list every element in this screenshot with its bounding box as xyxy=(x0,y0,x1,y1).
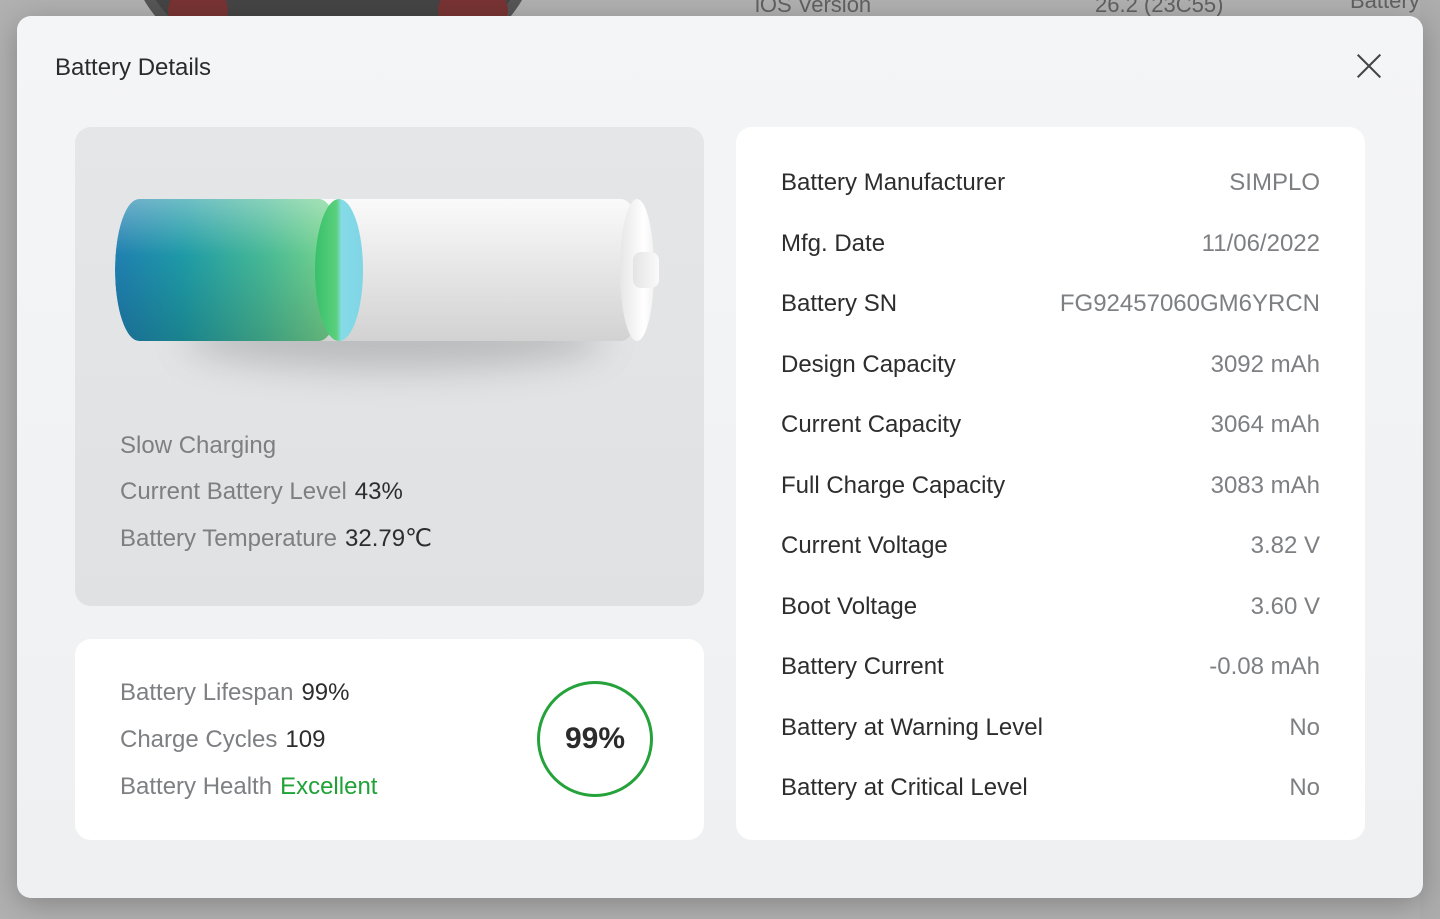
detail-value: No xyxy=(1289,774,1320,801)
battery-status-card: Slow Charging Current Battery Level 43% B… xyxy=(75,127,704,606)
detail-label: Boot Voltage xyxy=(781,592,918,620)
current-battery-level: Current Battery Level 43% xyxy=(120,478,432,524)
detail-value: 3092 mAh xyxy=(1210,350,1320,378)
battery-terminal xyxy=(633,252,659,288)
detail-value: No xyxy=(1289,713,1320,741)
battery-details-card: Battery Manufacturer SIMPLO Mfg. Date 11/0… xyxy=(736,127,1365,840)
close-icon[interactable] xyxy=(1355,52,1383,80)
detail-row: Boot Voltage 3.60 V xyxy=(781,587,1320,627)
detail-value: FG92457060GM6YRCN xyxy=(1059,290,1320,317)
detail-label: Battery at Warning Level xyxy=(781,713,1043,741)
charge-cycles: Charge Cycles 109 xyxy=(120,726,377,773)
detail-value: SIMPLO xyxy=(1229,169,1320,196)
detail-row: Battery at Critical Level No xyxy=(781,768,1320,808)
detail-value: 3083 mAh xyxy=(1210,471,1320,499)
battery-temperature: Battery Temperature 32.79℃ xyxy=(120,524,432,570)
detail-label: Full Charge Capacity xyxy=(781,471,1006,499)
charging-state: Slow Charging xyxy=(120,432,277,459)
detail-row: Full Charge Capacity 3083 mAh xyxy=(781,466,1320,506)
detail-row: Mfg. Date 11/06/2022 xyxy=(781,224,1320,264)
detail-label: Battery Current xyxy=(781,653,944,680)
battery-fill-edge xyxy=(315,199,363,341)
battery-health: Battery Health Excellent xyxy=(120,773,377,820)
lifespan-label: Battery Lifespan xyxy=(120,679,294,706)
cycles-value: 109 xyxy=(285,726,326,753)
battery-status-lines: Slow Charging Current Battery Level 43% B… xyxy=(120,432,432,570)
detail-row: Battery Current -0.08 mAh xyxy=(781,647,1320,687)
battery-fill xyxy=(115,199,343,341)
temperature-label: Battery Temperature xyxy=(120,525,337,552)
detail-value: 3.82 V xyxy=(1250,532,1320,559)
battery-details-dialog: Battery Details Slow Charging Current Ba… xyxy=(17,16,1423,898)
detail-label: Design Capacity xyxy=(781,350,956,378)
level-label: Current Battery Level xyxy=(120,478,347,505)
detail-row: Current Voltage 3.82 V xyxy=(781,526,1320,566)
level-value: 43% xyxy=(354,478,403,505)
detail-label: Current Voltage xyxy=(781,532,948,559)
health-value: Excellent xyxy=(280,773,378,800)
battery-lifespan: Battery Lifespan 99% xyxy=(120,679,377,726)
detail-label: Battery at Critical Level xyxy=(781,774,1028,801)
detail-label: Mfg. Date xyxy=(781,229,886,257)
detail-value: 3064 mAh xyxy=(1210,411,1320,438)
battery-level-graphic xyxy=(115,199,675,399)
detail-row: Design Capacity 3092 mAh xyxy=(781,345,1320,385)
detail-label: Battery Manufacturer xyxy=(781,169,1006,196)
detail-row: Current Capacity 3064 mAh xyxy=(781,405,1320,445)
temperature-value: 32.79℃ xyxy=(345,525,433,552)
detail-value: -0.08 mAh xyxy=(1209,653,1320,680)
detail-label: Battery SN xyxy=(781,290,898,317)
lifespan-value: 99% xyxy=(301,679,350,706)
detail-row: Battery SN FG92457060GM6YRCN xyxy=(781,284,1320,324)
detail-value: 11/06/2022 xyxy=(1201,229,1320,257)
lifespan-ring: 99% xyxy=(537,681,653,797)
detail-row: Battery Manufacturer SIMPLO xyxy=(781,163,1320,203)
detail-label: Current Capacity xyxy=(781,411,962,438)
battery-body xyxy=(115,199,645,341)
dialog-title: Battery Details xyxy=(55,54,212,81)
battery-health-card: Battery Lifespan 99% Charge Cycles 109 Bat… xyxy=(75,639,704,840)
cycles-label: Charge Cycles xyxy=(120,726,278,753)
detail-value: 3.60 V xyxy=(1250,592,1320,620)
battery-health-lines: Battery Lifespan 99% Charge Cycles 109 Bat… xyxy=(120,679,377,820)
health-label: Battery Health xyxy=(120,773,273,800)
detail-row: Battery at Warning Level No xyxy=(781,708,1320,748)
